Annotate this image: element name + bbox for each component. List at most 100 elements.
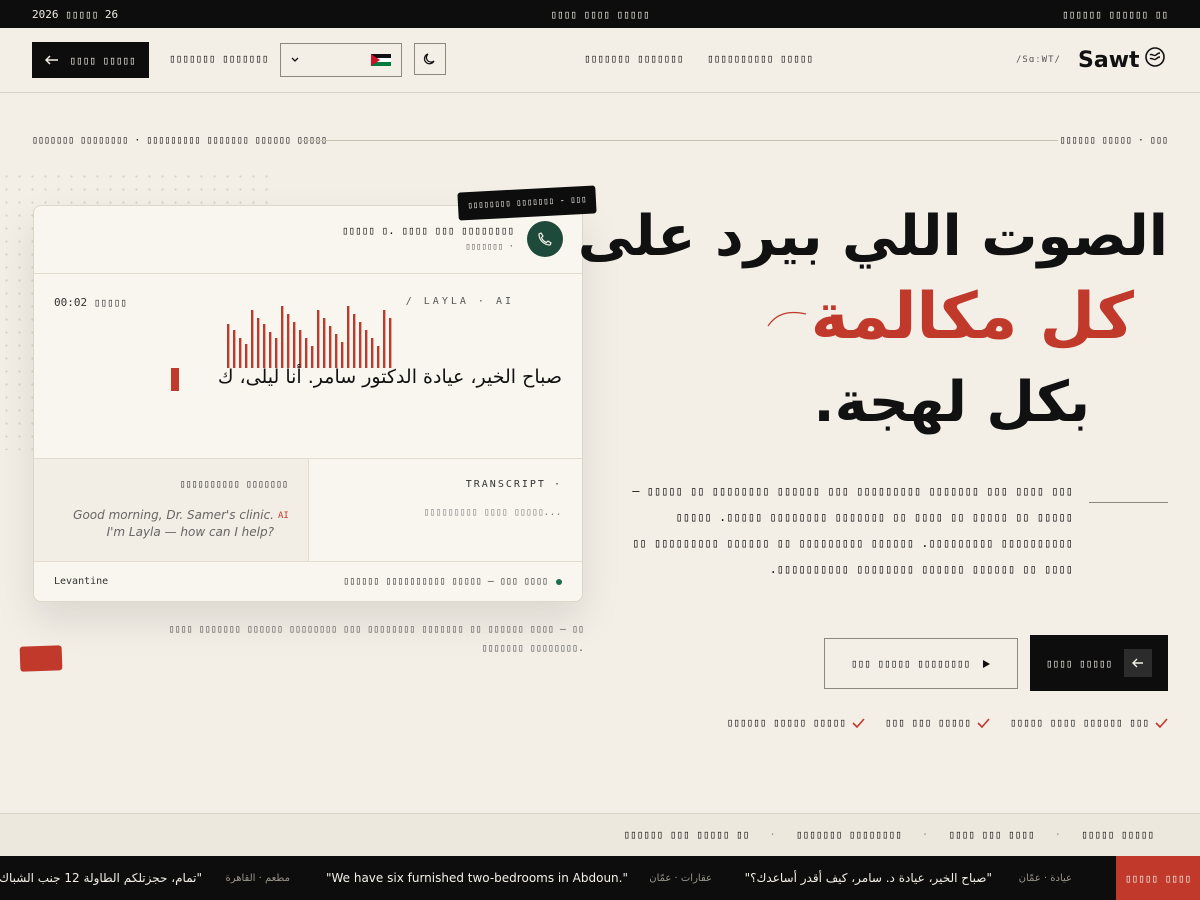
typing-cursor — [171, 368, 179, 391]
nav-link-2[interactable]: ▯▯▯▯▯▯▯▯▯▯ ▯▯▯▯▯ — [707, 52, 813, 65]
breadcrumb-left: ▯▯▯▯▯▯▯ ▯▯▯▯▯▯▯▯ · ▯▯▯▯▯▯▯▯▯ ▯▯▯▯▯▯▯ ▯▯▯… — [32, 135, 328, 146]
header-cta-button[interactable]: ▯▯▯▯ ▯▯▯▯▯ — [32, 42, 149, 78]
waveform-bar — [323, 318, 326, 368]
logo-phonetic: /SɑːWT/ — [1016, 55, 1061, 65]
waveform-bar — [341, 342, 344, 368]
nav-link-1[interactable]: ▯▯▯▯▯▯▯ ▯▯▯▯▯▯▯ — [584, 52, 683, 65]
theme-toggle-button[interactable] — [414, 43, 446, 75]
arrow-left-icon — [45, 55, 59, 65]
ai-badge: AI — [278, 511, 289, 521]
live-dot-icon — [556, 578, 562, 585]
call-title: ▯▯▯▯▯ ▯. ▯▯▯▯ ▯▯▯ ▯▯▯▯▯▯▯▯ — [341, 224, 514, 237]
hero-cta-label: ▯▯▯▯ ▯▯▯▯▯ — [1045, 656, 1113, 670]
waveform-bar — [293, 322, 296, 368]
waveform-bar — [251, 310, 254, 368]
check-icon — [1155, 717, 1168, 728]
feature-check-label: ▯▯▯▯▯ ▯▯▯ ▯▯▯ — [884, 716, 971, 729]
translation-panel: ▯▯▯▯▯▯▯▯▯▯ ▯▯▯▯▯▯▯ Good morning, Dr. Sam… — [34, 459, 309, 561]
call-status: ▯▯▯▯▯▯ ▯▯▯▯▯▯▯▯▯▯ ▯▯▯▯▯ — ▯▯▯ ▯▯▯▯ — [343, 576, 562, 587]
top-bar-center: ▯▯▯▯ ▯▯▯▯ ▯▯▯▯▯ — [550, 7, 650, 21]
audio-waveform — [227, 306, 392, 368]
transcript-text: ▯▯▯▯▯▯▯▯▯ ▯▯▯▯ ▯▯▯▯▯... — [423, 507, 562, 518]
strip-item: ▯▯▯▯▯ ▯▯▯▯▯ — [1081, 828, 1154, 841]
waveform-bar — [245, 344, 248, 368]
waveform-bar — [263, 324, 266, 368]
waveform-bar — [383, 310, 386, 368]
top-bar: 2026 ▯▯▯▯▯ 26 ▯▯▯▯ ▯▯▯▯ ▯▯▯▯▯ ▯▯▯▯▯▯ ▯▯▯… — [0, 0, 1200, 28]
hero-heading-line-1: الصوت اللي بيرد على — [577, 204, 1168, 269]
translation-text: Good morning, Dr. Samer's clinic. I'm La… — [73, 508, 274, 539]
red-chip-decoration — [19, 645, 63, 672]
listen-demo-label: ▯▯▯ ▯▯▯▯▯ ▯▯▯▯▯▯▯▯ — [850, 657, 971, 670]
moon-icon — [423, 53, 435, 65]
waveform-bar — [317, 310, 320, 368]
card-footer: Levantine ▯▯▯▯▯▯ ▯▯▯▯▯▯▯▯▯▯ ▯▯▯▯▯ — ▯▯▯ … — [34, 562, 582, 601]
call-subtitle: ▯▯▯▯▯▯▯ · — [465, 242, 514, 252]
feature-check-item: ▯▯▯▯▯ ▯▯▯▯▯ ▯▯▯▯▯▯ — [727, 716, 865, 729]
breadcrumb-right: ▯▯▯▯▯▯ ▯▯▯▯▯ · ▯▯▯ — [1059, 135, 1168, 146]
language-select[interactable] — [280, 43, 402, 77]
dialect-label: Levantine — [54, 576, 109, 587]
chevron-down-icon — [291, 57, 299, 62]
waveform-bar — [227, 324, 230, 368]
waveform-bar — [371, 338, 374, 368]
waveform-bar — [281, 306, 284, 368]
translation-label: ▯▯▯▯▯▯▯▯▯▯ ▯▯▯▯▯▯▯ — [179, 479, 288, 490]
waveform-bar — [305, 338, 308, 368]
waveform-bar — [239, 338, 242, 368]
ticker-live-badge: ▯▯▯▯▯ ▯▯▯▯ — [1116, 856, 1200, 900]
waveform-bar — [365, 330, 368, 368]
waveform-bar — [233, 330, 236, 368]
waveform-bar — [359, 322, 362, 368]
hero-cta-button[interactable]: ▯▯▯▯ ▯▯▯▯▯ — [1030, 635, 1168, 691]
call-timer: 00:02 ▯▯▯▯▯ — [54, 296, 127, 309]
industries-strip: ▯▯▯▯▯ ▯▯▯▯▯ · ▯▯▯▯ ▯▯▯ ▯▯▯▯ · ▯▯▯▯▯▯▯▯ ▯… — [0, 813, 1200, 856]
hero-intro: ▯▯▯ ▯▯▯▯ ▯▯▯ ▯▯▯▯▯▯▯ ▯▯▯▯▯▯▯▯▯ ▯▯▯ ▯▯▯▯▯… — [632, 484, 1073, 576]
feature-check-item: ▯▯▯▯▯ ▯▯▯ ▯▯▯ — [885, 716, 990, 729]
waveform-bar — [257, 318, 260, 368]
waveform-bar — [389, 318, 392, 368]
speaker-label: / LAYLA · AI — [405, 296, 514, 307]
live-ticker: عيادة · عمّان "صباح الخير، عيادة د. سامر… — [0, 856, 1200, 900]
phone-icon — [527, 221, 563, 257]
feature-check-label: ▯▯▯▯▯ ▯▯▯▯▯ ▯▯▯▯▯▯ — [726, 716, 846, 729]
ticker-quote: "صباح الخير، عيادة د. سامر، كيف أقدر أسا… — [744, 871, 992, 885]
waveform-bar — [299, 330, 302, 368]
waveform-bar — [269, 332, 272, 368]
header-cta-label: ▯▯▯▯ ▯▯▯▯▯ — [69, 53, 136, 67]
logo-wordmark[interactable]: Sawt — [1078, 48, 1140, 73]
ticker-meta: عقارات · عمّان — [649, 873, 712, 884]
call-status-text: ▯▯▯▯▯▯ ▯▯▯▯▯▯▯▯▯▯ ▯▯▯▯▯ — ▯▯▯ ▯▯▯▯ — [343, 576, 548, 587]
strip-item: ▯▯ ▯▯▯▯▯ ▯▯▯ ▯▯▯▯▯▯ — [623, 828, 750, 841]
login-link[interactable]: ▯▯▯▯▯▯▯ ▯▯▯▯▯▯▯ — [169, 52, 268, 65]
jordan-flag-icon — [371, 53, 391, 67]
ticker-quote: "تمام، حجزتلكم الطاولة 12 جنب الشباك" — [0, 871, 202, 885]
waveform-bar — [353, 314, 356, 368]
strip-item: ▯▯▯▯ ▯▯▯ ▯▯▯▯ — [948, 828, 1035, 841]
waveform-bar — [347, 306, 350, 368]
date-label: 2026 ▯▯▯▯▯ 26 — [32, 7, 119, 21]
feature-check-item: ▯▯▯ ▯▯▯▯▯▯ ▯▯▯▯ ▯▯▯▯▯ — [1010, 716, 1168, 729]
listen-demo-button[interactable]: ▯▯▯ ▯▯▯▯▯ ▯▯▯▯▯▯▯▯ — [824, 638, 1018, 689]
waveform-bar — [311, 346, 314, 368]
ticker-quote: "We have six furnished two-bedrooms in A… — [325, 871, 628, 885]
waveform-bar — [329, 326, 332, 368]
ticker-meta: عيادة · عمّان — [1018, 873, 1072, 884]
hero-heading-line-3: بكل لهجة. — [813, 370, 1090, 435]
check-icon — [977, 717, 990, 728]
strip-separator: · — [921, 828, 929, 841]
intro-rule — [1089, 502, 1168, 503]
play-icon — [983, 659, 991, 668]
spoken-text: صباح الخير، عيادة الدكتور سامر. أنا ليلى… — [217, 366, 562, 388]
check-icon — [852, 717, 865, 728]
breadcrumb-rule — [300, 140, 1058, 141]
swash-icon — [767, 311, 807, 327]
waveform-bar — [287, 314, 290, 368]
feature-check-label: ▯▯▯ ▯▯▯▯▯▯ ▯▯▯▯ ▯▯▯▯▯ — [1009, 716, 1149, 729]
ticker-meta: مطعم · القاهرة — [225, 873, 290, 884]
site-header: ▯▯▯▯ ▯▯▯▯▯ ▯▯▯▯▯▯▯ ▯▯▯▯▯▯▯ ▯▯▯▯▯▯▯ ▯▯▯▯▯… — [0, 28, 1200, 93]
top-bar-right[interactable]: ▯▯▯▯▯▯ ▯▯▯▯▯▯ ▯▯ — [1062, 8, 1168, 21]
card-caption: ▯▯▯▯ ▯▯▯▯▯▯▯ ▯▯▯▯▯▯ ▯▯▯▯▯▯▯▯ ▯▯▯ ▯▯▯▯▯▯▯… — [168, 624, 584, 654]
logo-mark-icon — [1145, 47, 1165, 67]
hero-heading-line-2: كل مكالمة — [810, 280, 1134, 354]
